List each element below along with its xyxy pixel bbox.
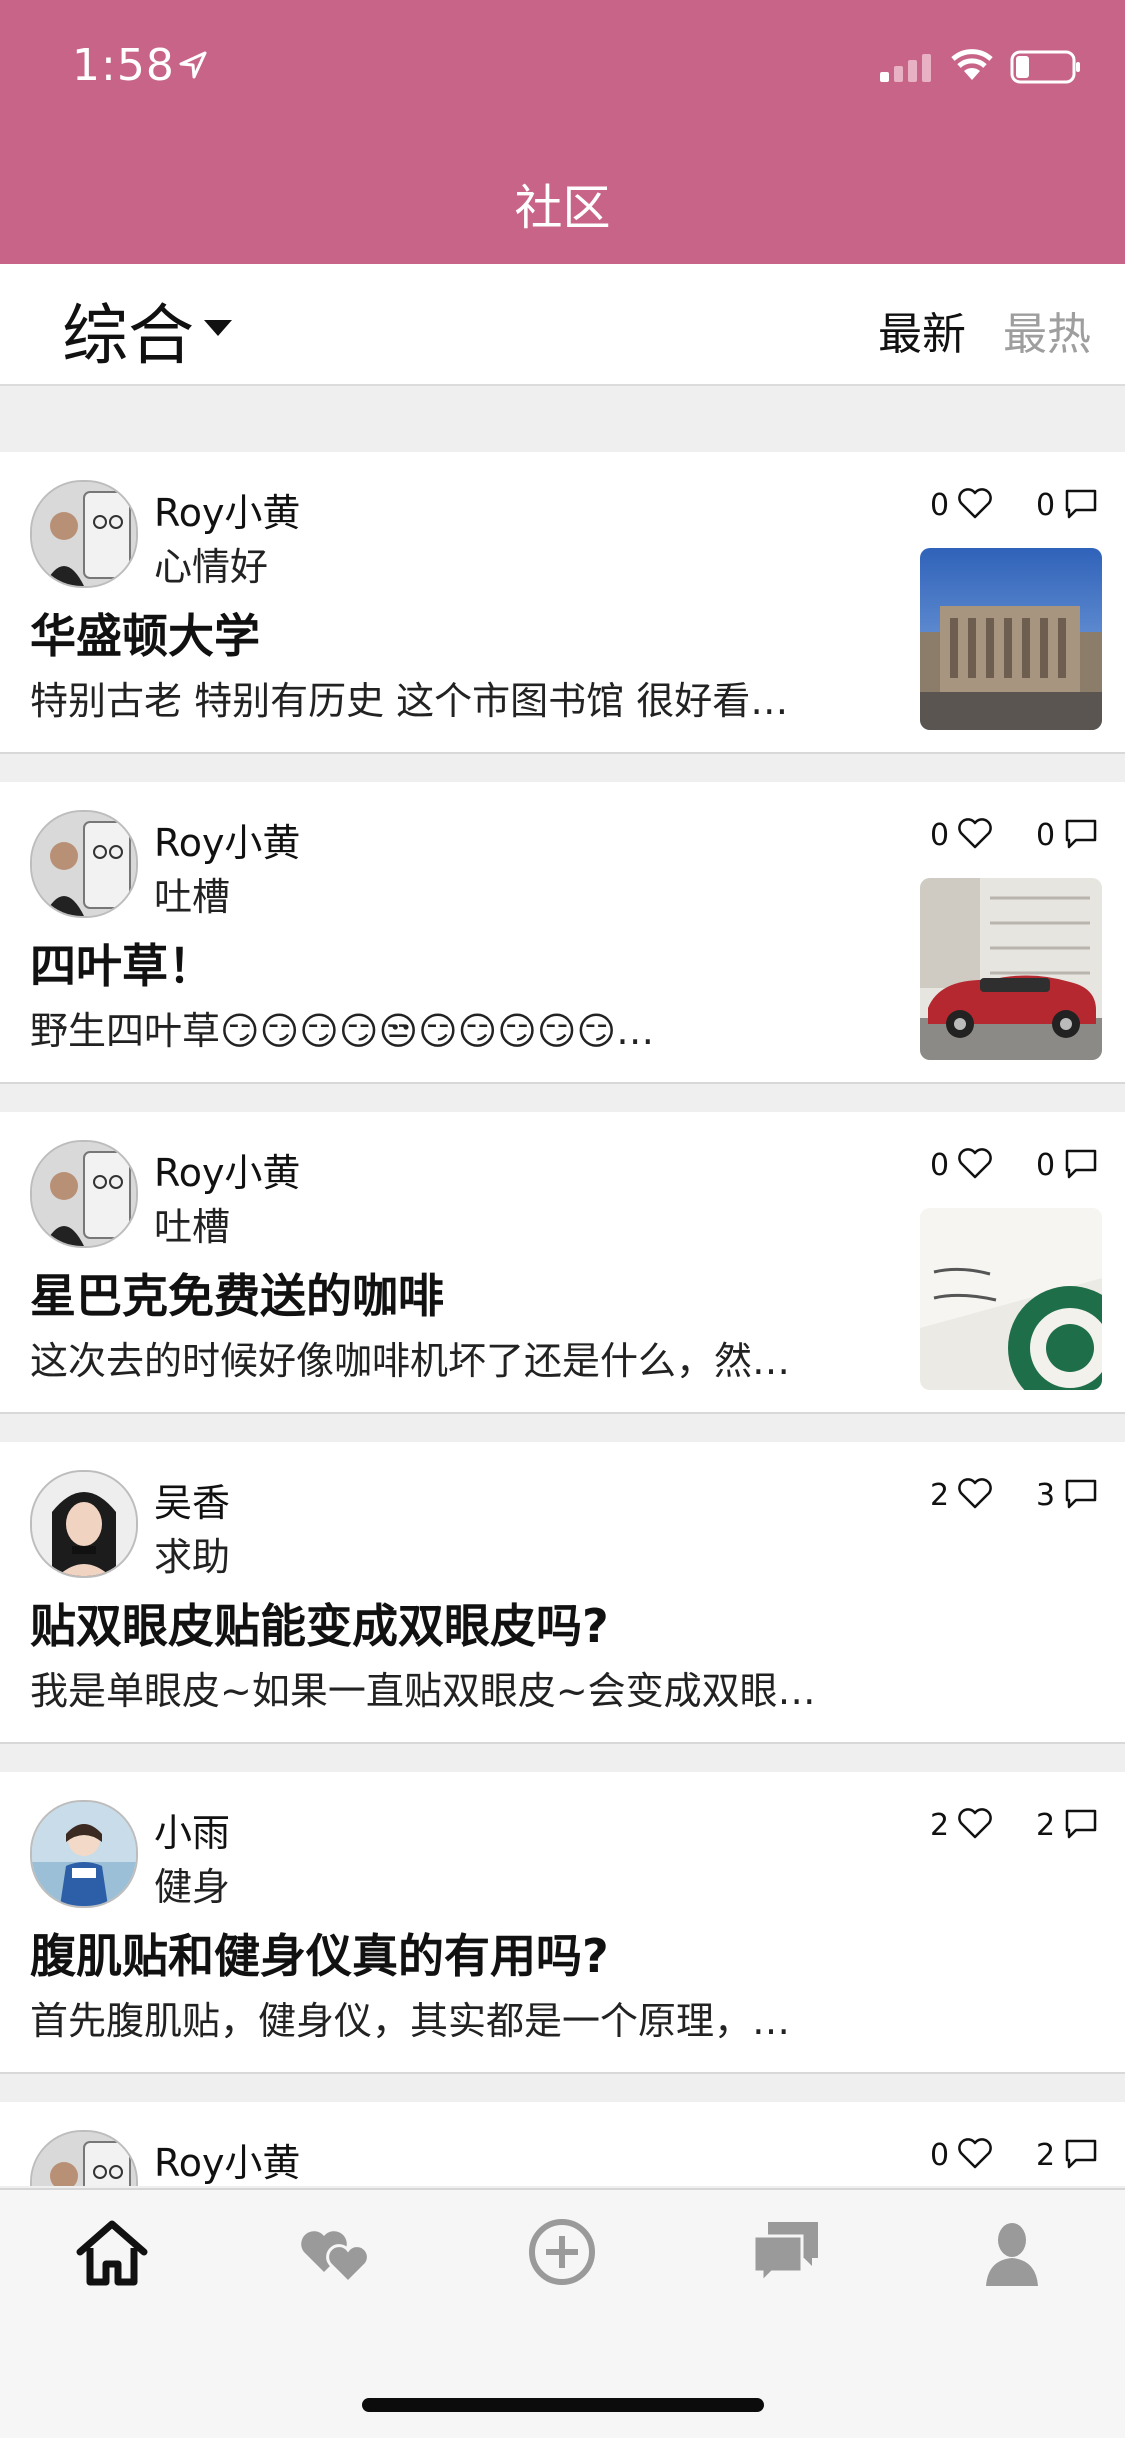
home-indicator: [362, 2398, 764, 2412]
post-category: 吐槽: [154, 875, 231, 919]
comment-bubble-icon[interactable]: [1064, 1148, 1098, 1180]
post-category: 吐槽: [154, 1205, 231, 1249]
sort-newest-tab[interactable]: 最新: [878, 298, 966, 362]
cellular-signal-icon: [880, 54, 931, 82]
post-title[interactable]: 星巴克免费送的咖啡: [30, 1260, 444, 1326]
post-card[interactable]: 小雨 健身 腹肌贴和健身仪真的有用吗? 首先腹肌贴，健身仪，其实都是一个原理，……: [0, 1772, 1125, 2074]
comment-bubble-icon[interactable]: [1064, 2138, 1098, 2170]
post-author[interactable]: Roy小黄: [154, 2132, 300, 2186]
heart-icon[interactable]: [957, 1477, 993, 1509]
comment-bubble-icon[interactable]: [1064, 488, 1098, 520]
heart-icon[interactable]: [957, 817, 993, 849]
post-card[interactable]: Roy小黄 0 2: [0, 2102, 1125, 2186]
like-count: 0: [930, 1148, 950, 1183]
status-time: 1:58: [72, 40, 175, 91]
dropdown-caret-icon[interactable]: [204, 320, 232, 336]
heart-icon[interactable]: [957, 487, 993, 519]
post-card[interactable]: 吴香 求助 贴双眼皮贴能变成双眼皮吗? 我是单眼皮~如果一直贴双眼皮~会变成双眼…: [0, 1442, 1125, 1744]
post-category: 求助: [154, 1535, 231, 1579]
category-filter-dropdown[interactable]: 综合: [62, 282, 194, 378]
post-category: 健身: [154, 1865, 231, 1909]
home-icon[interactable]: [72, 2212, 152, 2292]
post-title[interactable]: 腹肌贴和健身仪真的有用吗?: [30, 1920, 609, 1986]
comment-count: 0: [1036, 1148, 1056, 1183]
post-author[interactable]: Roy小黄: [154, 812, 300, 867]
like-count: 2: [930, 1478, 950, 1513]
heart-icon[interactable]: [957, 1807, 993, 1839]
comment-count: 0: [1036, 488, 1056, 523]
avatar[interactable]: [30, 1470, 138, 1578]
post-card[interactable]: Roy小黄 吐槽 四叶草！ 野生四叶草😏😏😏😏😒😏😏😏😏😏… 0 0: [0, 782, 1125, 1084]
page-title: 社区: [514, 180, 611, 236]
comment-count: 3: [1036, 1478, 1056, 1513]
chat-icon[interactable]: [746, 2212, 826, 2292]
heart-icon[interactable]: [957, 2137, 993, 2169]
post-author[interactable]: Roy小黄: [154, 482, 300, 537]
post-excerpt: 特别古老 特别有历史 这个市图书馆 很好看…: [30, 679, 789, 723]
comment-bubble-icon[interactable]: [1064, 1808, 1098, 1840]
post-thumbnail[interactable]: [920, 548, 1102, 730]
post-title[interactable]: 贴双眼皮贴能变成双眼皮吗?: [30, 1590, 609, 1656]
filter-bar: 综合 最新 最热: [0, 264, 1125, 386]
post-title[interactable]: 华盛顿大学: [30, 600, 260, 666]
battery-icon: [1010, 50, 1080, 84]
hearts-icon[interactable]: [296, 2212, 376, 2292]
post-category: 心情好: [154, 545, 269, 589]
post-excerpt: 野生四叶草😏😏😏😏😒😏😏😏😏😏…: [30, 1009, 655, 1053]
post-feed[interactable]: Roy小黄 心情好 华盛顿大学 特别古老 特别有历史 这个市图书馆 很好看… 0…: [0, 386, 1125, 2186]
like-count: 2: [930, 1808, 950, 1843]
like-count: 0: [930, 488, 950, 523]
wifi-icon: [951, 49, 993, 80]
avatar[interactable]: [30, 480, 138, 588]
post-thumbnail[interactable]: [920, 878, 1102, 1060]
post-author[interactable]: 小雨: [154, 1802, 230, 1857]
profile-icon[interactable]: [972, 2212, 1052, 2292]
comment-bubble-icon[interactable]: [1064, 1478, 1098, 1510]
like-count: 0: [930, 818, 950, 853]
add-circle-icon[interactable]: [522, 2212, 602, 2292]
avatar[interactable]: [30, 810, 138, 918]
avatar[interactable]: [30, 2130, 138, 2186]
post-thumbnail[interactable]: [920, 1208, 1102, 1390]
comment-count: 2: [1036, 1808, 1056, 1843]
post-card[interactable]: Roy小黄 心情好 华盛顿大学 特别古老 特别有历史 这个市图书馆 很好看… 0…: [0, 452, 1125, 754]
avatar[interactable]: [30, 1800, 138, 1908]
comment-bubble-icon[interactable]: [1064, 818, 1098, 850]
post-title[interactable]: 四叶草！: [30, 930, 214, 996]
post-excerpt: 首先腹肌贴，健身仪，其实都是一个原理，…: [30, 1999, 791, 2043]
post-excerpt: 这次去的时候好像咖啡机坏了还是什么，然…: [30, 1339, 791, 1383]
comment-count: 2: [1036, 2138, 1056, 2173]
post-card[interactable]: Roy小黄 吐槽 星巴克免费送的咖啡 这次去的时候好像咖啡机坏了还是什么，然… …: [0, 1112, 1125, 1414]
comment-count: 0: [1036, 818, 1056, 853]
post-author[interactable]: Roy小黄: [154, 1142, 300, 1197]
like-count: 0: [930, 2138, 950, 2173]
app-header: 1:58 社区: [0, 0, 1125, 264]
post-author[interactable]: 吴香: [154, 1472, 230, 1527]
heart-icon[interactable]: [957, 1147, 993, 1179]
sort-hottest-tab[interactable]: 最热: [1003, 298, 1091, 362]
post-excerpt: 我是单眼皮~如果一直贴双眼皮~会变成双眼…: [30, 1669, 816, 1713]
location-arrow-icon: [179, 51, 207, 79]
avatar[interactable]: [30, 1140, 138, 1248]
